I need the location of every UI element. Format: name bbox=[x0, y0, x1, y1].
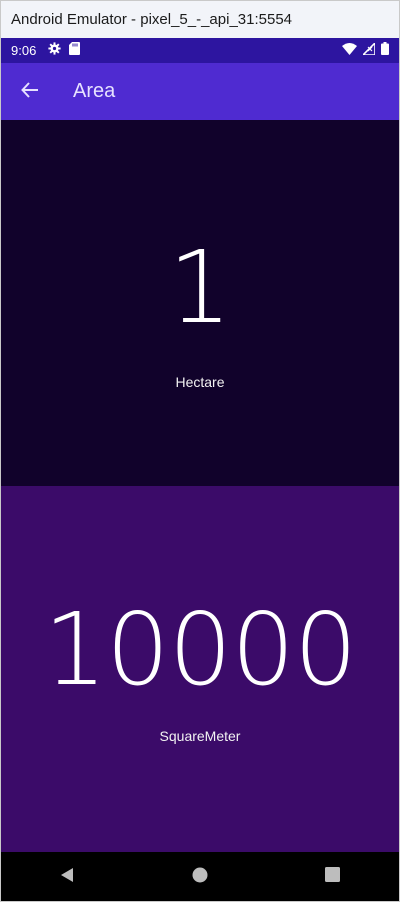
window-title: Android Emulator - pixel_5_-_api_31:5554 bbox=[1, 1, 399, 38]
sd-card-icon bbox=[69, 42, 81, 59]
square-meter-panel[interactable]: 10000 SquareMeter bbox=[1, 486, 399, 852]
arrow-left-icon bbox=[21, 81, 39, 103]
signal-icon bbox=[361, 40, 376, 59]
gear-icon bbox=[48, 42, 61, 59]
emulator-frame: Android Emulator - pixel_5_-_api_31:5554… bbox=[0, 0, 400, 902]
back-triangle-icon bbox=[59, 867, 75, 887]
wifi-icon bbox=[342, 42, 357, 59]
hectare-unit-label: Hectare bbox=[175, 374, 225, 390]
hectare-panel[interactable]: 1 Hectare bbox=[1, 120, 399, 486]
status-left-icons bbox=[48, 42, 81, 59]
status-bar: 9:06 bbox=[1, 38, 399, 63]
hectare-value: 1 bbox=[168, 229, 232, 346]
status-time: 9:06 bbox=[11, 43, 37, 58]
nav-home-button[interactable] bbox=[170, 852, 230, 901]
square-meter-value: 10000 bbox=[43, 591, 357, 708]
navigation-bar bbox=[1, 852, 399, 901]
home-circle-icon bbox=[192, 867, 208, 887]
nav-back-button[interactable] bbox=[37, 852, 97, 901]
recents-square-icon bbox=[325, 867, 341, 886]
app-bar: Area bbox=[1, 63, 399, 120]
battery-icon bbox=[381, 42, 389, 59]
back-button[interactable] bbox=[1, 63, 59, 120]
square-meter-unit-label: SquareMeter bbox=[159, 728, 241, 744]
app-title: Area bbox=[73, 80, 116, 102]
nav-recents-button[interactable] bbox=[303, 852, 363, 901]
status-right-icons bbox=[342, 40, 389, 59]
